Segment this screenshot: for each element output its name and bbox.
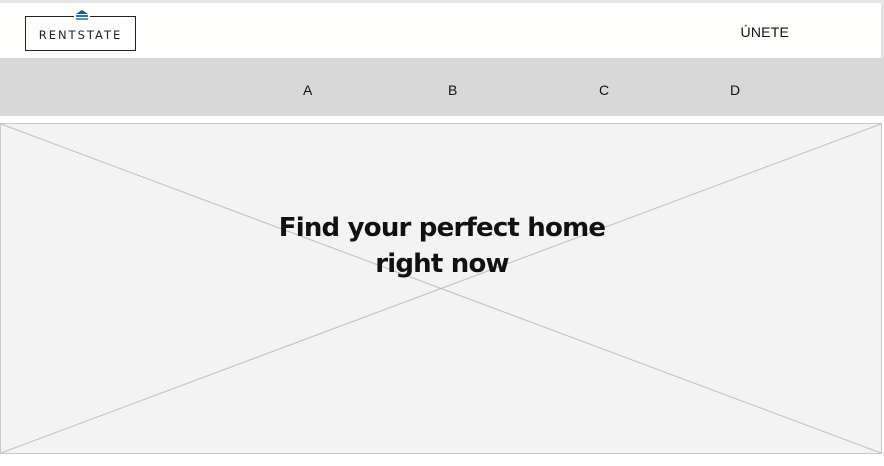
nav-item-b[interactable]: B xyxy=(448,82,457,98)
hero-title-line-2: right now xyxy=(375,249,509,279)
bottom-strip xyxy=(0,454,884,466)
page: RENTSTATE ÚNETE A B C D Find your perfec… xyxy=(0,0,884,466)
nav-item-d[interactable]: D xyxy=(730,82,740,98)
hero-banner: Find your perfect home right now xyxy=(0,123,882,454)
hero-title: Find your perfect home right now xyxy=(1,210,883,282)
site-header: RENTSTATE ÚNETE xyxy=(0,3,884,58)
nav-item-c[interactable]: C xyxy=(599,82,609,98)
image-placeholder-icon xyxy=(1,124,881,453)
main-nav: A B C D xyxy=(0,58,884,116)
logo-text: RENTSTATE xyxy=(38,28,123,42)
house-roof-icon xyxy=(74,9,90,23)
nav-item-a[interactable]: A xyxy=(303,82,312,98)
join-link[interactable]: ÚNETE xyxy=(741,24,789,40)
hero-title-line-1: Find your perfect home xyxy=(278,213,606,243)
